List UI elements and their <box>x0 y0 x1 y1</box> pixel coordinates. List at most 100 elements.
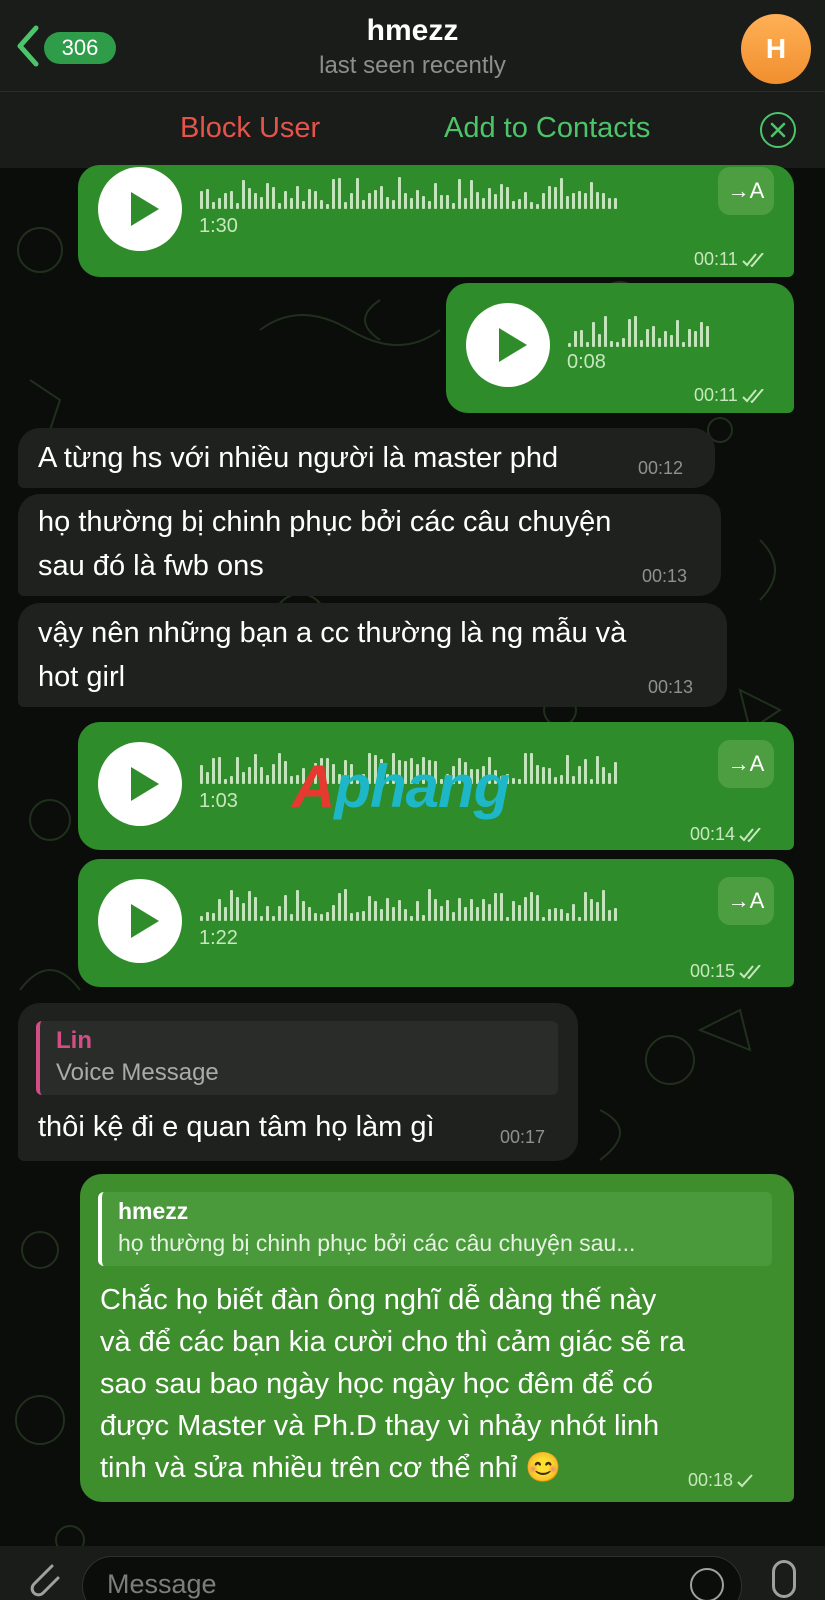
waveform-bar <box>236 203 239 209</box>
chat-header: 306 hmezz last seen recently H <box>0 0 825 92</box>
waveform-bar <box>464 198 467 209</box>
check-icon <box>737 1474 753 1488</box>
quoted-reply[interactable]: hmezz họ thường bị chinh phục bởi các câ… <box>98 1192 772 1266</box>
play-button[interactable] <box>466 303 550 387</box>
waveform-bar <box>308 907 311 921</box>
quoted-reply[interactable]: Lin Voice Message <box>36 1021 558 1095</box>
play-button[interactable] <box>98 167 182 251</box>
waveform-bar <box>566 913 569 921</box>
dismiss-bar-button[interactable] <box>760 112 796 148</box>
waveform-bar <box>452 203 455 209</box>
message-time-text: 00:11 <box>694 385 738 405</box>
waveform-bar <box>206 912 209 921</box>
waveform-bar <box>572 904 575 921</box>
message-input[interactable]: Message <box>82 1556 742 1600</box>
waveform-bar <box>616 342 619 347</box>
waveform-bar <box>458 898 461 921</box>
waveform-bar <box>272 916 275 921</box>
waveform-bar <box>434 899 437 921</box>
microphone-icon[interactable] <box>772 1560 796 1598</box>
text-message-bubble[interactable]: vậy nên những bạn a cc thường là ng mẫu … <box>18 603 727 707</box>
waveform-bar <box>506 187 509 209</box>
waveform-bar <box>560 909 563 921</box>
message-text-line: hot girl <box>38 661 126 693</box>
transcribe-button[interactable]: →A <box>718 167 774 215</box>
play-button[interactable] <box>98 742 182 826</box>
waveform-bar <box>212 758 215 784</box>
voice-message-bubble[interactable]: 0:08 00:11 <box>446 283 794 413</box>
reply-message-bubble[interactable]: hmezz họ thường bị chinh phục bởi các câ… <box>80 1174 794 1502</box>
text-message-bubble[interactable]: họ thường bị chinh phục bởi các câu chuy… <box>18 494 721 596</box>
waveform-bar <box>452 912 455 921</box>
waveform-bar <box>518 779 521 784</box>
waveform-bar <box>416 901 419 921</box>
waveform-bar <box>530 753 533 784</box>
waveform-bar <box>512 201 515 209</box>
waveform-bar <box>224 907 227 921</box>
voice-message-bubble[interactable]: 1:22 →A 00:15 <box>78 859 794 987</box>
waveform-bar <box>314 191 317 209</box>
avatar[interactable]: H <box>741 14 811 84</box>
waveform-bar <box>560 775 563 784</box>
reply-snippet: Voice Message <box>56 1059 219 1086</box>
waveform-bar <box>608 198 611 209</box>
waveform-bar <box>500 184 503 209</box>
waveform-bar <box>290 914 293 921</box>
waveform-bar <box>200 916 203 921</box>
reply-message-bubble[interactable]: Lin Voice Message thôi kệ đi e quan tâm … <box>18 1003 578 1161</box>
waveform-bar <box>362 200 365 209</box>
transcribe-button[interactable]: →A <box>718 740 774 788</box>
message-time: 00:11 <box>694 385 768 406</box>
transcribe-button[interactable]: →A <box>718 877 774 925</box>
block-user-button[interactable]: Block User <box>180 112 320 145</box>
text-message-bubble[interactable]: A từng hs với nhiều người là master phd … <box>18 428 715 488</box>
waveform-bar <box>266 775 269 784</box>
message-time: 00:17 <box>500 1127 546 1147</box>
waveform-bar <box>512 778 515 784</box>
waveform-bar <box>230 191 233 209</box>
waveform-bar <box>392 907 395 921</box>
waveform-bar <box>386 898 389 921</box>
waveform-bar <box>410 198 413 209</box>
waveform-bar <box>604 316 607 347</box>
waveform-bar <box>284 895 287 921</box>
waveform-bar <box>368 193 371 209</box>
waveform-bar <box>338 893 341 921</box>
waveform-bar <box>218 757 221 784</box>
voice-duration: 0:08 <box>567 351 606 373</box>
waveform-bar <box>592 322 595 347</box>
waveform-bar <box>296 186 299 209</box>
waveform-bar <box>482 198 485 209</box>
waveform-bar <box>706 326 709 347</box>
voice-message-bubble[interactable]: 1:30 →A 00:11 <box>78 165 794 277</box>
waveform-bar <box>290 198 293 209</box>
waveform-bar <box>530 202 533 209</box>
message-text-line: và để các bạn kia cười cho thì cảm giác … <box>100 1326 685 1358</box>
waveform-bar <box>664 331 667 347</box>
voice-duration: 1:22 <box>199 927 238 949</box>
waveform-bar <box>200 765 203 784</box>
waveform-bar <box>622 338 625 347</box>
waveform-bar <box>356 178 359 209</box>
waveform-bar <box>212 913 215 921</box>
waveform-bar <box>242 772 245 784</box>
waveform-bar <box>266 906 269 921</box>
waveform-bar <box>688 329 691 347</box>
message-text-line: Chắc họ biết đàn ông nghĩ dễ dàng thế nà… <box>100 1284 657 1316</box>
waveform-bar <box>278 203 281 209</box>
waveform-bar <box>694 331 697 347</box>
chat-title[interactable]: hmezz <box>0 14 825 48</box>
waveform-bar <box>374 190 377 209</box>
waveform-bar <box>590 182 593 209</box>
waveform-bar <box>380 186 383 209</box>
attach-button[interactable] <box>22 1556 62 1600</box>
waveform-bar <box>254 754 257 784</box>
waveform-bar <box>206 189 209 209</box>
play-button[interactable] <box>98 879 182 963</box>
waveform-bar <box>572 193 575 209</box>
waveform-bar <box>670 335 673 347</box>
message-time: 00:18 <box>688 1470 755 1491</box>
waveform-bar <box>398 900 401 921</box>
add-to-contacts-button[interactable]: Add to Contacts <box>444 112 650 145</box>
sticker-icon[interactable] <box>690 1568 724 1600</box>
